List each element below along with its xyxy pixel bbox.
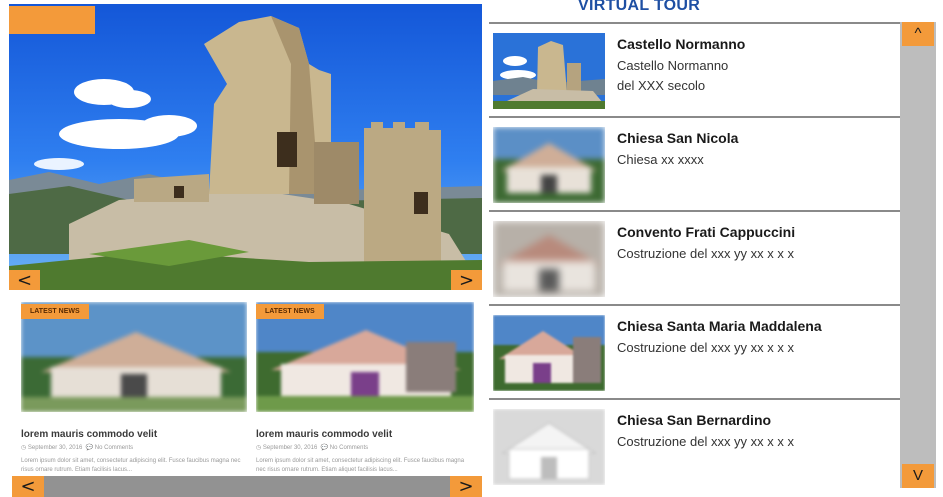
tour-item-name: Chiesa San Bernardino: [617, 412, 772, 428]
tour-item[interactable]: Chiesa Santa Maria Maddalena Costruzione…: [489, 304, 900, 398]
news-date: September 30, 2016: [27, 445, 83, 451]
tour-desc-line: Costruzione del xxx yy xx x x x: [617, 434, 794, 449]
news-card[interactable]: LATEST NEWS lorem mauris commodo velit ◷…: [21, 302, 247, 497]
news-tag: LATEST NEWS: [21, 304, 89, 319]
tour-desc-line: Castello Normanno: [617, 58, 729, 73]
tour-item-desc: Costruzione del xxx yy xx x x x: [617, 338, 887, 358]
hero-slider: < >: [9, 4, 482, 290]
castle-image: [9, 16, 482, 290]
hero-prev-button[interactable]: <: [9, 270, 40, 290]
tour-item-name: Convento Frati Cappuccini: [617, 224, 796, 240]
news-thumbnail: LATEST NEWS: [21, 302, 247, 412]
news-comments[interactable]: No Comments: [330, 445, 368, 451]
tour-item-desc: Costruzione del xxx yy xx x x x: [617, 244, 887, 264]
tour-item-name: Chiesa San Nicola: [617, 130, 739, 146]
tour-item-name: Chiesa Santa Maria Maddalena: [617, 318, 822, 334]
tour-desc-line: Costruzione del xxx yy xx x x x: [617, 246, 794, 261]
news-tag: LATEST NEWS: [256, 304, 324, 319]
tour-title: VIRTUAL TOUR: [578, 0, 701, 14]
tour-item[interactable]: Chiesa San Bernardino Costruzione del xx…: [489, 398, 900, 492]
news-date: September 30, 2016: [262, 445, 318, 451]
news-title[interactable]: lorem mauris commodo velit: [256, 429, 474, 440]
clock-icon: ◷: [21, 445, 27, 451]
news-meta: ◷ September 30, 2016 💬 No Comments: [21, 444, 247, 451]
tour-thumbnail: [493, 315, 605, 391]
news-comments[interactable]: No Comments: [95, 445, 133, 451]
tour-item[interactable]: Castello Normanno Castello Normanno del …: [489, 22, 900, 116]
tour-item-name: Castello Normanno: [617, 36, 746, 52]
tour-thumbnail: [493, 221, 605, 297]
tour-desc-line: Chiesa xx xxxx: [617, 152, 704, 167]
clock-icon: ◷: [256, 445, 262, 451]
news-next-button[interactable]: >: [450, 476, 482, 497]
hero-badge: [9, 6, 95, 34]
scroll-up-button[interactable]: ^: [902, 22, 934, 46]
news-title[interactable]: lorem mauris commodo velit: [21, 429, 247, 440]
news-thumbnail: LATEST NEWS: [256, 302, 474, 412]
comment-icon: 💬: [320, 445, 329, 451]
tour-item[interactable]: Chiesa San Nicola Chiesa xx xxxx: [489, 116, 900, 210]
tour-item-desc: Chiesa xx xxxx: [617, 150, 887, 170]
tour-item-desc: Castello Normanno del XXX secolo: [617, 56, 887, 96]
news-prev-button[interactable]: <: [12, 476, 44, 497]
hero-next-button[interactable]: >: [451, 270, 482, 290]
news-card[interactable]: LATEST NEWS lorem mauris commodo velit ◷…: [256, 302, 474, 497]
tour-list: Castello Normanno Castello Normanno del …: [489, 20, 900, 492]
news-excerpt: Lorem ipsum dolor sit amet, consectetur …: [21, 458, 241, 473]
tour-thumbnail: [493, 127, 605, 203]
scroll-down-button[interactable]: V: [902, 464, 934, 488]
tour-thumbnail: [493, 409, 605, 485]
news-slider-bar: [12, 476, 482, 497]
tour-thumbnail: [493, 33, 605, 109]
tour-scrollbar[interactable]: [900, 22, 936, 488]
tour-item[interactable]: Convento Frati Cappuccini Costruzione de…: [489, 210, 900, 304]
tour-desc-line: Costruzione del xxx yy xx x x x: [617, 340, 794, 355]
comment-icon: 💬: [85, 445, 94, 451]
news-meta: ◷ September 30, 2016 💬 No Comments: [256, 444, 474, 451]
tour-item-desc: Costruzione del xxx yy xx x x x: [617, 432, 887, 452]
news-excerpt: Lorem ipsum dolor sit amet, consectetur …: [256, 458, 465, 473]
tour-desc-line: del XXX secolo: [617, 78, 706, 93]
